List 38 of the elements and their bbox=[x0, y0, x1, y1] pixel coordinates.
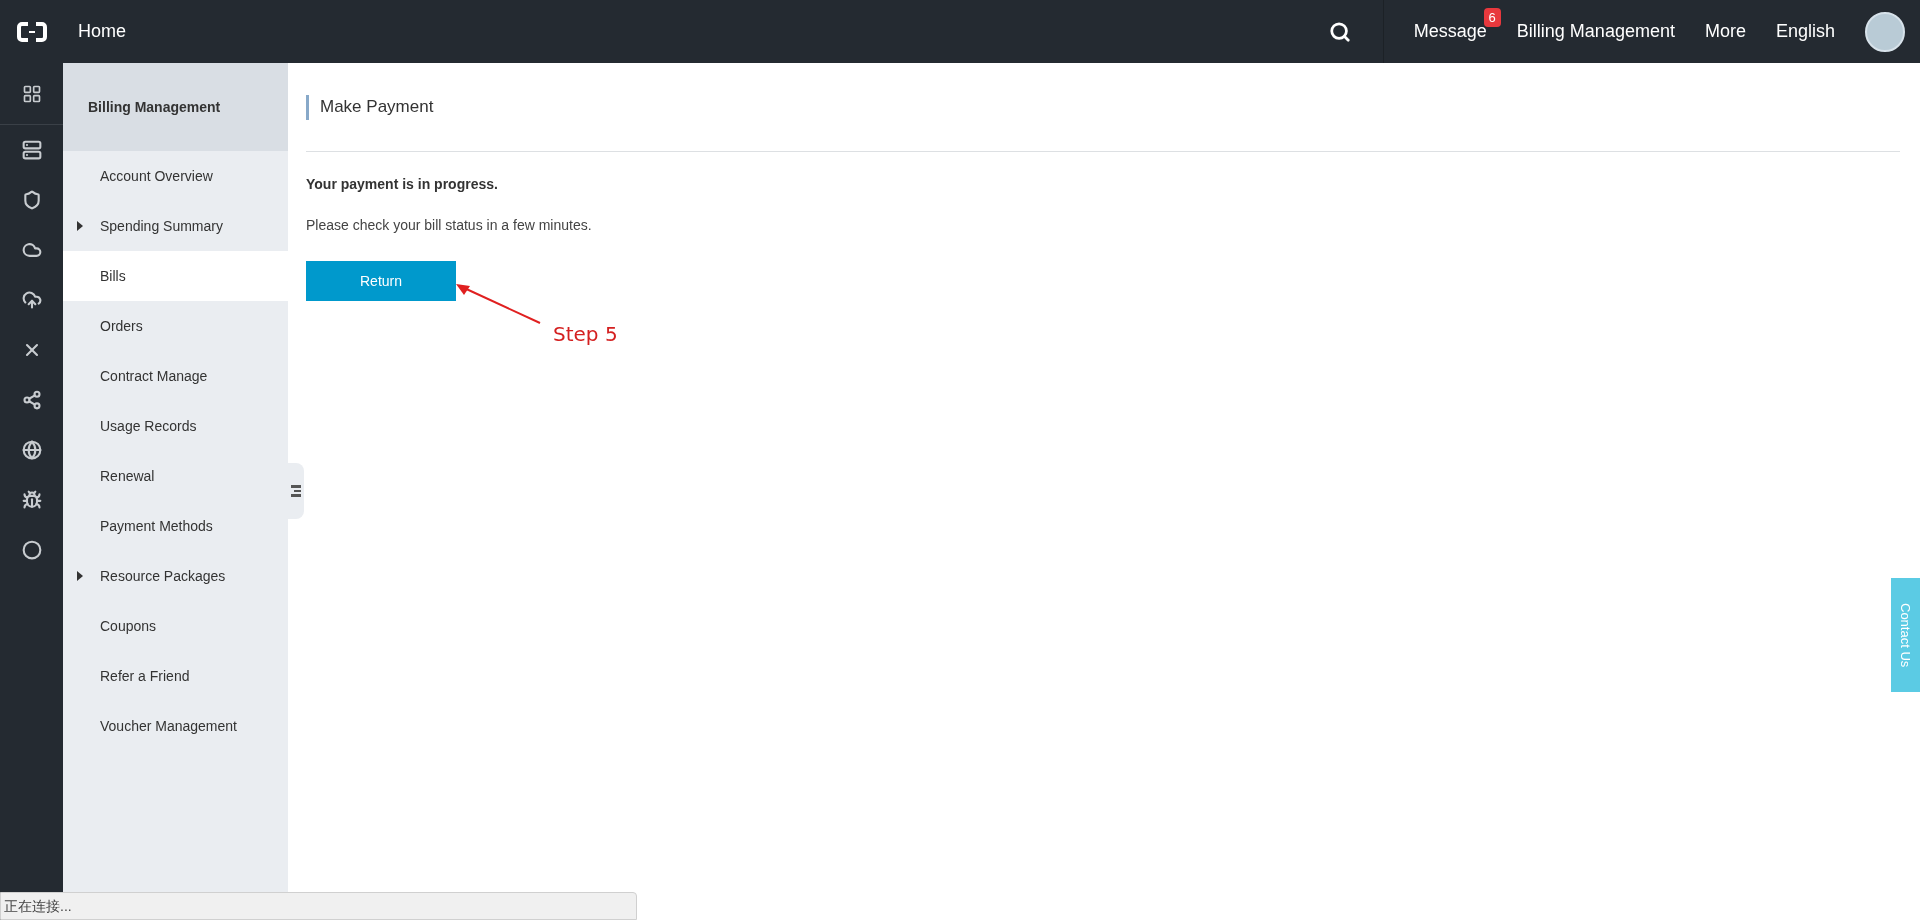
nav-link[interactable]: More bbox=[1704, 21, 1746, 41]
nodes-icon[interactable] bbox=[21, 390, 42, 410]
sidebar-item[interactable]: Orders bbox=[63, 301, 288, 351]
home-link[interactable]: Home bbox=[78, 18, 126, 45]
cloud-icon[interactable] bbox=[21, 240, 42, 260]
circle-icon[interactable] bbox=[21, 540, 42, 560]
sidebar-item[interactable]: Renewal bbox=[63, 451, 288, 501]
sidebar-item[interactable]: Payment Methods bbox=[63, 501, 288, 551]
logo-icon[interactable] bbox=[16, 21, 47, 42]
page-title: Make Payment bbox=[320, 96, 434, 119]
sidebar-item[interactable]: Account Overview bbox=[63, 151, 288, 201]
server-icon[interactable] bbox=[21, 140, 42, 160]
avatar[interactable] bbox=[1865, 11, 1905, 52]
status-text: 正在连接... bbox=[4, 896, 72, 916]
sidebar-item[interactable]: Refer a Friend bbox=[63, 651, 288, 701]
sidebar-item[interactable]: Voucher Management bbox=[63, 701, 288, 751]
bug-icon[interactable] bbox=[21, 490, 42, 510]
status-heading: Your payment is in progress. bbox=[306, 175, 499, 194]
search-icon[interactable] bbox=[1328, 20, 1351, 43]
nav-link[interactable]: English bbox=[1775, 21, 1835, 41]
annotation-label: Step 5 bbox=[553, 321, 618, 348]
sidebar-item[interactable]: Resource Packages bbox=[63, 551, 288, 601]
status-message: Please check your bill status in a few minutes. bbox=[306, 216, 593, 235]
expand-arrow-icon[interactable] bbox=[77, 221, 83, 231]
globe-icon[interactable] bbox=[21, 440, 42, 460]
message-count-badge: 6 bbox=[1483, 8, 1501, 27]
shield-icon[interactable] bbox=[21, 190, 42, 210]
collapse-handle[interactable] bbox=[288, 463, 304, 519]
nav-link[interactable]: Billing Management bbox=[1516, 21, 1675, 41]
expand-arrow-icon[interactable] bbox=[77, 571, 83, 581]
sidebar-item[interactable]: Coupons bbox=[63, 601, 288, 651]
grid-icon[interactable] bbox=[21, 83, 42, 104]
sidebar-item[interactable]: Spending Summary bbox=[63, 201, 288, 251]
cloud-upload-icon[interactable] bbox=[21, 290, 42, 310]
sidebar-item[interactable]: Bills bbox=[63, 251, 288, 301]
sidebar-title: Billing Management bbox=[88, 97, 221, 117]
sidebar-item[interactable]: Contract Manage bbox=[63, 351, 288, 401]
sidebar-item[interactable]: Usage Records bbox=[63, 401, 288, 451]
